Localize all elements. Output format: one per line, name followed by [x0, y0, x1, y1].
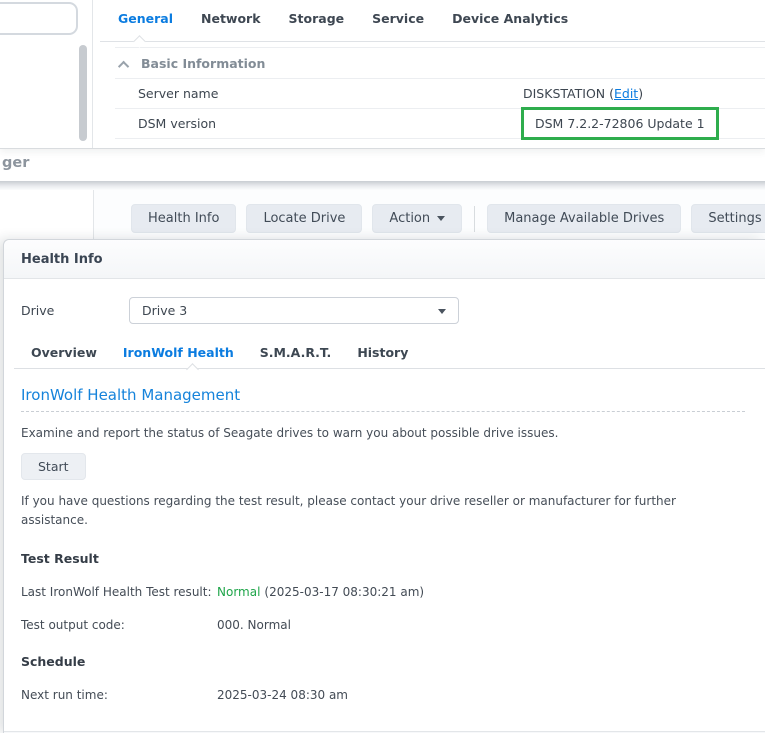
collapse-chevron-icon	[118, 60, 129, 71]
tab-ironwolf-health[interactable]: IronWolf Health	[123, 345, 234, 360]
server-name-text: DISKSTATION (	[523, 86, 614, 101]
control-panel-tabs: General Network Storage Service Device A…	[118, 11, 568, 26]
basic-information-header[interactable]: Basic Information	[115, 47, 765, 79]
manage-available-drives-label: Manage Available Drives	[504, 211, 664, 226]
last-test-row: Last IronWolf Health Test result: Normal…	[21, 585, 745, 599]
dialog-header: Health Info	[4, 240, 765, 279]
search-input[interactable]	[0, 2, 78, 35]
server-name-row: Server name DISKSTATION (Edit)	[115, 79, 765, 109]
dialog-tab-underline	[14, 368, 765, 369]
toolbar-top-shadow	[0, 181, 765, 190]
dsm-version-value: DSM 7.2.2-72806 Update 1	[535, 116, 705, 131]
locate-drive-button-label: Locate Drive	[263, 211, 345, 226]
next-run-row: Next run time: 2025-03-24 08:30 am	[21, 688, 745, 702]
control-panel-window: General Network Storage Service Device A…	[0, 0, 765, 148]
test-result-heading: Test Result	[21, 551, 745, 566]
tab-device-analytics[interactable]: Device Analytics	[452, 11, 568, 26]
basic-information-title: Basic Information	[141, 56, 265, 71]
chevron-down-icon	[438, 309, 446, 314]
start-button-label: Start	[38, 459, 69, 474]
server-name-text-suffix: )	[638, 86, 643, 101]
chevron-down-icon	[437, 216, 445, 221]
tab-service[interactable]: Service	[372, 11, 424, 26]
last-test-timestamp: (2025-03-17 08:30:21 am)	[264, 585, 424, 599]
last-test-label: Last IronWolf Health Test result:	[21, 585, 217, 599]
dialog-tabs: Overview IronWolf Health S.M.A.R.T. Hist…	[31, 345, 745, 369]
dsm-version-row: DSM version DSM 7.2.2-72806 Update 1	[115, 109, 765, 139]
drive-select-value: Drive 3	[142, 303, 187, 318]
tab-underline	[100, 41, 765, 42]
description-text: Examine and report the status of Seagate…	[21, 426, 745, 440]
edit-server-name-link[interactable]: Edit	[614, 86, 638, 101]
server-name-value: DISKSTATION (Edit)	[523, 86, 643, 101]
dsm-version-highlight-box: DSM 7.2.2-72806 Update 1	[521, 107, 719, 140]
section-title: IronWolf Health Management	[21, 386, 745, 412]
tab-general[interactable]: General	[118, 11, 173, 26]
last-test-value: Normal (2025-03-17 08:30:21 am)	[217, 585, 424, 599]
dsm-version-label: DSM version	[138, 116, 216, 131]
toolbar-separator	[474, 206, 475, 232]
output-code-label: Test output code:	[21, 618, 217, 632]
sidebar-scrollbar[interactable]	[79, 45, 87, 141]
health-info-button[interactable]: Health Info	[131, 204, 236, 233]
drive-select[interactable]: Drive 3	[129, 297, 459, 324]
next-run-value: 2025-03-24 08:30 am	[217, 688, 348, 702]
screen: ger Health Info Locate Drive Action Mana…	[0, 0, 765, 733]
drive-select-row: Drive Drive 3	[21, 297, 745, 324]
settings-button-label: Settings	[708, 211, 761, 226]
storage-manager-title-fragment: ger	[2, 155, 29, 171]
dialog-title: Health Info	[21, 252, 103, 267]
next-run-label: Next run time:	[21, 688, 217, 702]
tab-history[interactable]: History	[357, 345, 408, 360]
status-badge: Normal	[217, 585, 260, 599]
note-text: If you have questions regarding the test…	[21, 492, 733, 529]
panel-divider	[92, 0, 93, 148]
tab-overview[interactable]: Overview	[31, 345, 97, 360]
active-tab-notch	[133, 35, 146, 48]
settings-button[interactable]: Settings	[691, 204, 765, 233]
drive-label: Drive	[21, 303, 129, 318]
basic-information-section: Basic Information Server name DISKSTATIO…	[115, 47, 765, 139]
tab-storage[interactable]: Storage	[289, 11, 345, 26]
tab-smart[interactable]: S.M.A.R.T.	[260, 345, 332, 360]
output-code-row: Test output code: 000. Normal	[21, 618, 745, 632]
server-name-label: Server name	[138, 86, 218, 101]
action-button-label: Action	[389, 211, 430, 226]
tab-network[interactable]: Network	[201, 11, 261, 26]
dialog-active-tab-notch	[186, 363, 199, 376]
locate-drive-button[interactable]: Locate Drive	[246, 204, 362, 233]
dialog-body: Drive Drive 3 Overview IronWolf Health S…	[4, 279, 765, 702]
manage-available-drives-button[interactable]: Manage Available Drives	[487, 204, 681, 233]
start-button[interactable]: Start	[21, 453, 86, 480]
action-dropdown-button[interactable]: Action	[372, 204, 462, 233]
output-code-value: 000. Normal	[217, 618, 291, 632]
schedule-heading: Schedule	[21, 654, 745, 669]
health-info-button-label: Health Info	[148, 211, 219, 226]
toolbar-button-row: Health Info Locate Drive Action Manage A…	[131, 204, 765, 233]
health-info-dialog: Health Info Drive Drive 3 Overview IronW…	[3, 239, 765, 733]
